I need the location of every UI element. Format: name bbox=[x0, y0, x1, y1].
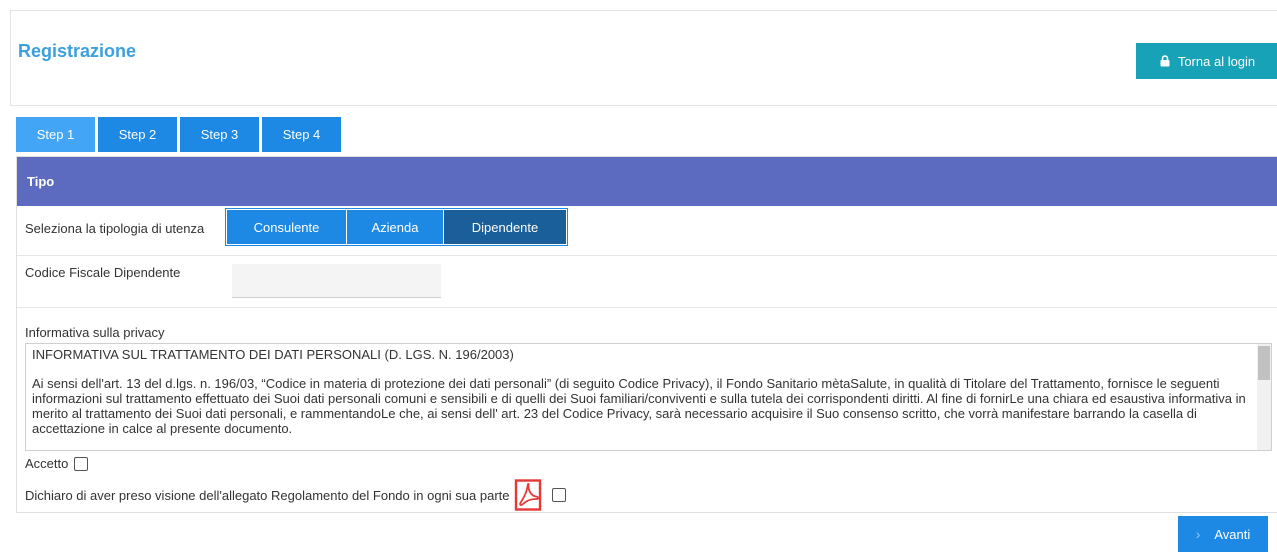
privacy-scrollbar[interactable] bbox=[1257, 344, 1271, 450]
user-type-azienda-button[interactable]: Azienda bbox=[347, 210, 443, 244]
codice-fiscale-row: Codice Fiscale Dipendente bbox=[17, 256, 1277, 308]
step-tabs: Step 1 Step 2 Step 3 Step 4 bbox=[16, 117, 341, 152]
declare-label: Dichiaro di aver preso visione dell'alle… bbox=[25, 487, 510, 503]
pdf-icon[interactable] bbox=[514, 479, 542, 511]
privacy-label: Informativa sulla privacy bbox=[25, 325, 165, 340]
user-type-consulente-button[interactable]: Consulente bbox=[227, 210, 346, 244]
tab-step-1[interactable]: Step 1 bbox=[16, 117, 95, 152]
header-panel: Registrazione Torna al login bbox=[10, 10, 1277, 106]
user-type-dipendente-button[interactable]: Dipendente bbox=[444, 210, 566, 244]
section-header: Tipo bbox=[17, 157, 1277, 206]
next-button-label: Avanti bbox=[1214, 526, 1251, 542]
page-title: Registrazione bbox=[18, 41, 137, 61]
chevron-right-icon: › bbox=[1195, 526, 1201, 542]
tab-step-4[interactable]: Step 4 bbox=[262, 117, 341, 152]
user-type-row: Seleziona la tipologia di utenza Consule… bbox=[17, 206, 1277, 256]
declare-checkbox[interactable] bbox=[551, 488, 566, 502]
back-to-login-button[interactable]: Torna al login bbox=[1136, 43, 1277, 79]
next-button[interactable]: › Avanti bbox=[1178, 516, 1268, 552]
user-type-label: Seleziona la tipologia di utenza bbox=[25, 221, 205, 236]
privacy-textbox[interactable]: INFORMATIVA SUL TRATTAMENTO DEI DATI PER… bbox=[25, 343, 1272, 451]
accept-row: Accetto bbox=[25, 456, 89, 471]
privacy-heading: INFORMATIVA SUL TRATTAMENTO DEI DATI PER… bbox=[32, 347, 514, 362]
privacy-text: Ai sensi dell'art. 13 del d.lgs. n. 196/… bbox=[32, 376, 1246, 436]
lock-icon bbox=[1160, 55, 1170, 67]
codice-fiscale-input[interactable] bbox=[232, 264, 441, 298]
accept-checkbox[interactable] bbox=[74, 456, 89, 471]
back-to-login-label: Torna al login bbox=[1177, 53, 1256, 69]
declare-row: Dichiaro di aver preso visione dell'alle… bbox=[25, 479, 566, 511]
registration-panel: Tipo Seleziona la tipologia di utenza Co… bbox=[16, 156, 1277, 513]
codice-fiscale-label: Codice Fiscale Dipendente bbox=[25, 265, 181, 280]
tab-step-3[interactable]: Step 3 bbox=[180, 117, 259, 152]
accept-label: Accetto bbox=[25, 456, 69, 471]
section-title: Tipo bbox=[27, 174, 55, 189]
privacy-scroll-thumb[interactable] bbox=[1258, 346, 1270, 380]
tab-step-2[interactable]: Step 2 bbox=[98, 117, 177, 152]
user-type-selector: Consulente Azienda Dipendente bbox=[225, 208, 568, 246]
